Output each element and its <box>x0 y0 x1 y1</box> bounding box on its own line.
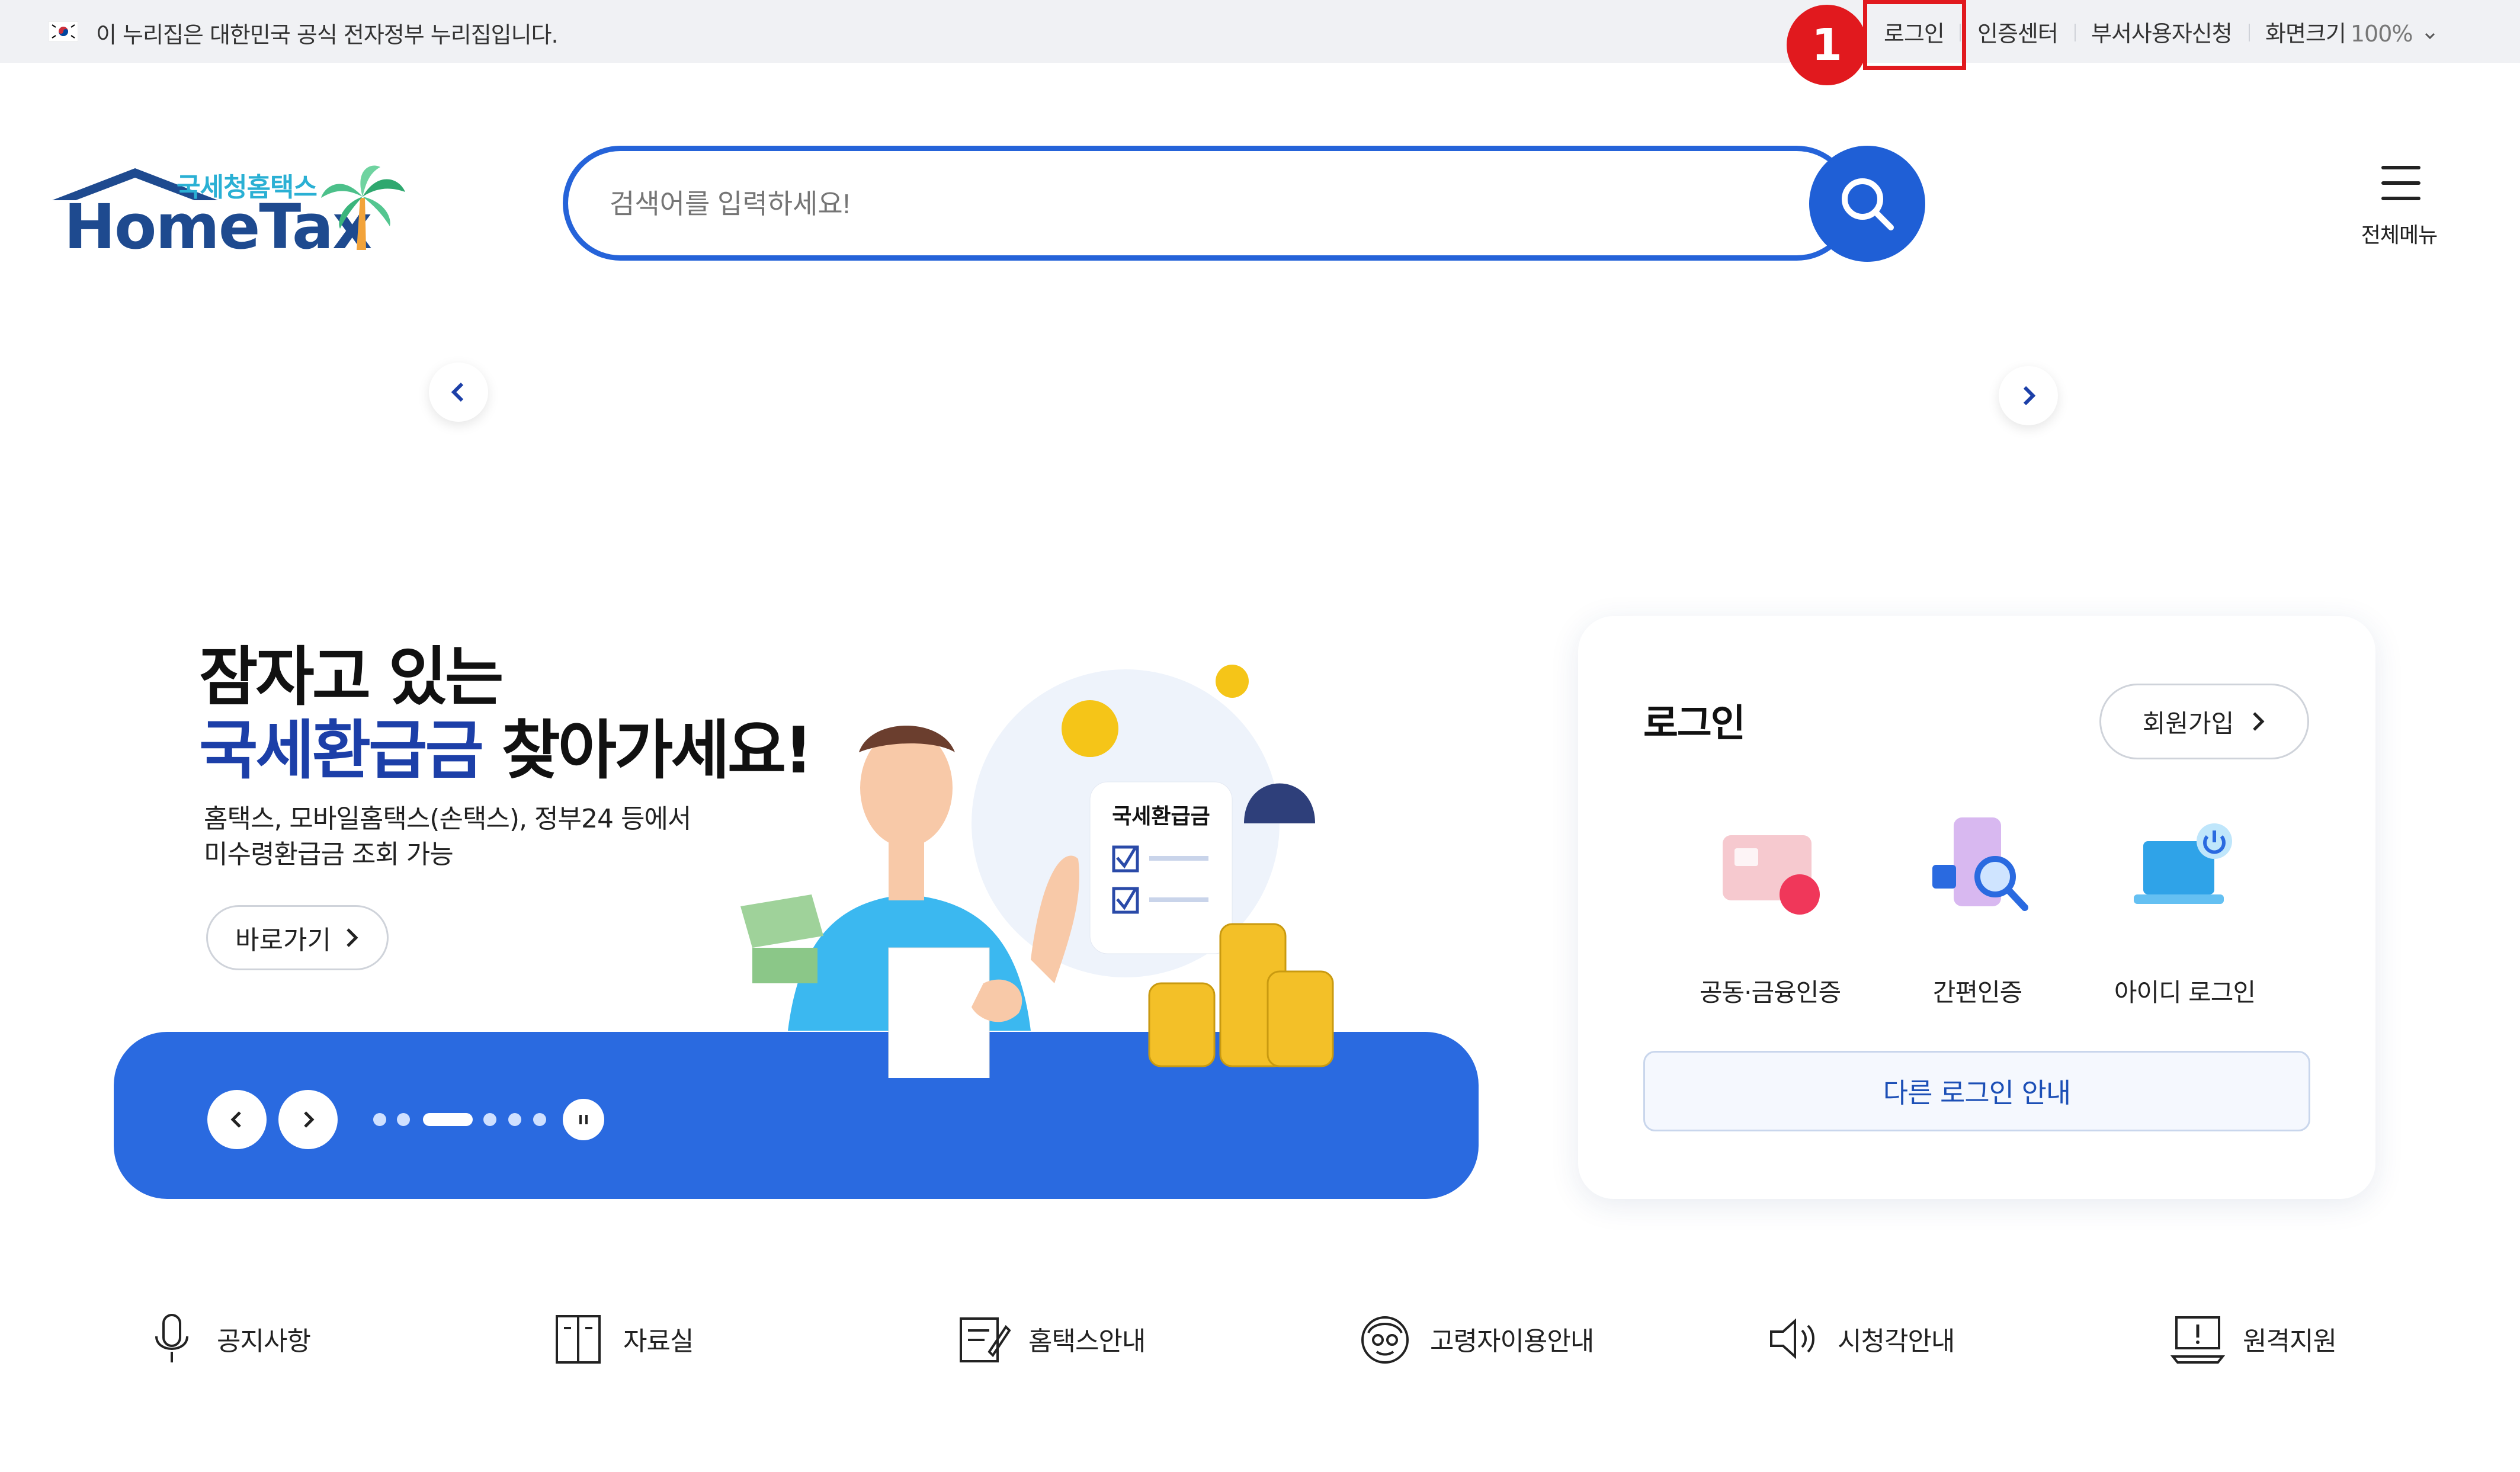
certificate-card-icon <box>1723 835 1820 915</box>
slide-indicator-dot[interactable] <box>483 1113 496 1126</box>
prev-slide-arrow[interactable] <box>429 363 488 422</box>
gov-notice-text: 이 누리집은 대한민국 공식 전자정부 누리집입니다. <box>96 22 559 48</box>
simple-cert-login[interactable]: 간편인증 <box>1883 812 2072 1007</box>
phone-search-icon <box>1932 817 2028 911</box>
quick-menu-label: 고령자이용안내 <box>1430 1326 1594 1356</box>
hamburger-bar <box>2381 181 2420 185</box>
dept-user-apply-link[interactable]: 부서사용자신청 <box>2091 15 2233 48</box>
divider <box>2249 24 2250 41</box>
chevron-right-icon <box>2023 386 2036 406</box>
search-bar <box>563 146 1854 261</box>
quick-menu-notice[interactable]: 공지사항 <box>142 1303 311 1374</box>
id-login[interactable]: 아이디 로그인 <box>2090 812 2279 1007</box>
next-slide-arrow[interactable] <box>1999 366 2058 425</box>
banner-description-line1: 홈택스, 모바일홈택스(손택스), 정부24 등에서 <box>204 804 691 834</box>
all-menu-button[interactable]: 전체메뉴 <box>2352 160 2447 249</box>
senior-icon <box>1361 1316 1409 1364</box>
join-button-label: 회원가입 <box>2142 708 2234 738</box>
microphone-icon <box>155 1314 188 1362</box>
slide-indicator-dot[interactable] <box>508 1113 521 1126</box>
refund-card-label: 국세환급금 <box>1112 804 1210 828</box>
edit-document-icon <box>960 1317 1011 1362</box>
joint-financial-cert-login[interactable]: 공동·금융인증 <box>1675 812 1865 1007</box>
chevron-left-icon <box>230 1111 241 1128</box>
slide-indicator-dot[interactable] <box>397 1113 410 1126</box>
slide-indicator-dot[interactable] <box>533 1113 546 1126</box>
slide-indicator-active[interactable] <box>423 1113 473 1126</box>
screen-size-label: 화면크기 <box>2265 21 2346 47</box>
korea-flag-icon <box>49 21 78 41</box>
cert-center-link[interactable]: 인증센터 <box>1977 15 2059 48</box>
step-number-badge: 1 <box>1787 5 1867 85</box>
chevron-left-icon <box>451 382 464 402</box>
all-menu-label: 전체메뉴 <box>2361 223 2438 248</box>
gov-banner: 이 누리집은 대한민국 공식 전자정부 누리집입니다. 로그인 인증센터 부서사… <box>0 0 2520 63</box>
refund-illustration: 국세환급금 <box>740 665 1334 1078</box>
slide-indicator-dot[interactable] <box>373 1113 386 1126</box>
quick-menu-senior-guide[interactable]: 고령자이용안내 <box>1355 1303 1594 1374</box>
quick-menu-archive[interactable]: 자료실 <box>549 1303 694 1374</box>
go-button[interactable]: 바로가기 <box>206 905 389 970</box>
palm-tree-icon <box>321 165 405 250</box>
quick-menu-label: 공지사항 <box>217 1326 311 1356</box>
other-login-guide-button[interactable]: 다른 로그인 안내 <box>1643 1051 2310 1131</box>
speaker-icon <box>1770 1318 1814 1359</box>
join-button[interactable]: 회원가입 <box>2099 684 2309 759</box>
login-option-label: 아이디 로그인 <box>2114 978 2256 1007</box>
laptop-power-icon <box>2134 823 2232 904</box>
hometax-logo[interactable]: 국세청홈택스 HomeTax <box>46 160 408 263</box>
login-card-title: 로그인 <box>1643 702 1746 746</box>
go-button-label: 바로가기 <box>235 925 331 955</box>
login-card: 로그인 회원가입 공동·금융인증 간편인증 아이디 로그인 다른 로그인 안내 <box>1578 616 2375 1199</box>
search-icon <box>1842 178 1894 230</box>
login-option-label: 공동·금융인증 <box>1699 978 1841 1007</box>
search-input[interactable] <box>610 177 1735 230</box>
quick-menu-label: 자료실 <box>623 1326 694 1356</box>
quick-menu-hometax-guide[interactable]: 홈택스안내 <box>954 1303 1146 1374</box>
archive-icon <box>556 1315 601 1364</box>
chevron-right-icon <box>347 928 358 947</box>
quick-menu-label: 원격지원 <box>2243 1326 2337 1356</box>
banner-headline-highlight: 국세환급금 <box>199 714 484 788</box>
chevron-right-icon <box>2253 712 2265 731</box>
quick-menu-audiovisual-guide[interactable]: 시청각안내 <box>1763 1303 1955 1374</box>
quick-menu-remote-support[interactable]: 원격지원 <box>2168 1303 2337 1374</box>
login-option-label: 간편인증 <box>1932 978 2023 1007</box>
quick-menu-label: 홈택스안내 <box>1028 1326 1146 1356</box>
hamburger-bar <box>2381 197 2420 200</box>
screen-size-value: 100% <box>2350 21 2413 47</box>
divider <box>2075 24 2076 41</box>
pause-icon <box>579 1115 588 1124</box>
hamburger-icon <box>2381 166 2420 169</box>
quick-menu-label: 시청각안내 <box>1838 1326 1955 1356</box>
banner-description-line2: 미수령환급금 조회 가능 <box>204 839 454 870</box>
chevron-right-icon <box>304 1111 315 1128</box>
remote-support-icon <box>2170 1316 2226 1364</box>
search-button[interactable] <box>1809 146 1925 262</box>
screen-size-dropdown[interactable]: 화면크기 100% <box>2265 15 2437 48</box>
login-highlight-box <box>1863 0 1966 70</box>
banner-next-button[interactable] <box>278 1090 338 1149</box>
banner-pause-button[interactable] <box>563 1099 604 1140</box>
chevron-down-icon <box>2425 33 2435 39</box>
banner-prev-button[interactable] <box>207 1090 267 1149</box>
